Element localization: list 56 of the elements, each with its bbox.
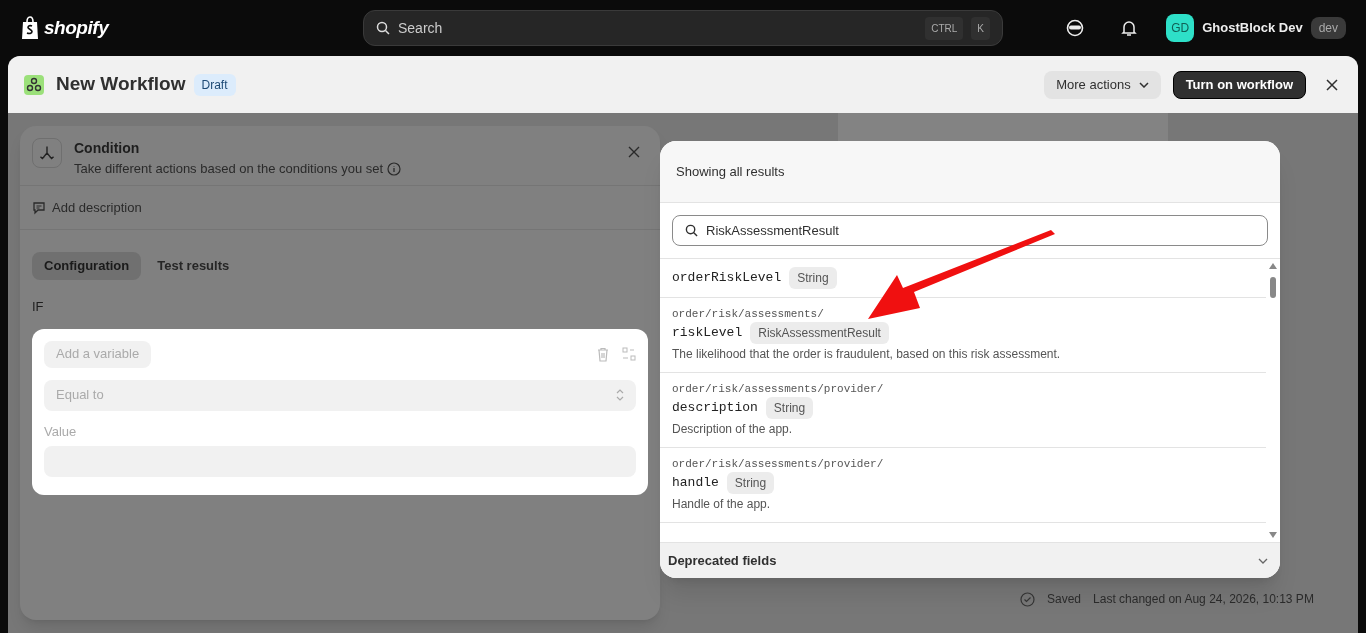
scroll-thumb[interactable] bbox=[1270, 277, 1276, 298]
workflow-icon bbox=[24, 74, 44, 95]
turn-on-workflow-button[interactable]: Turn on workflow bbox=[1172, 70, 1306, 99]
status-badge: Draft bbox=[193, 73, 236, 96]
type-tag: RiskAssessmentResult bbox=[750, 322, 889, 344]
field-path: order/risk/assessments/provider/ bbox=[672, 457, 885, 472]
panel-tab[interactable]: Test results bbox=[145, 252, 242, 280]
workflow-title: New Workflow bbox=[56, 72, 186, 97]
shortcut-key: K bbox=[971, 16, 990, 40]
field-description: The likelihood that the order is fraudulent, based on this risk assessment. bbox=[672, 346, 1062, 363]
search-field[interactable]: Search CTRL K bbox=[363, 10, 1003, 46]
add-description-button[interactable]: Add description bbox=[52, 197, 142, 218]
type-tag: String bbox=[726, 472, 775, 494]
last-changed-text: Last changed on Aug 24, 2026, 10:13 PM bbox=[1093, 591, 1314, 608]
field-name[interactable]: riskLevel bbox=[672, 323, 743, 343]
search-value: RiskAssessmentResult bbox=[706, 221, 839, 240]
field-path: order/risk/assessments/ bbox=[672, 307, 825, 322]
store-badge: dev bbox=[1310, 17, 1346, 39]
info-icon[interactable] bbox=[387, 161, 402, 176]
search-placeholder: Search bbox=[398, 18, 444, 38]
search-field[interactable]: RiskAssessmentResult bbox=[672, 215, 1268, 246]
field-path: order/risk/assessments/provider/ bbox=[672, 382, 885, 397]
trash-icon[interactable] bbox=[596, 346, 610, 362]
field-name[interactable]: orderRiskLevel bbox=[672, 268, 782, 288]
panel-subtitle: Take different actions based on the conditions you set bbox=[74, 160, 384, 178]
deprecated-fields-row[interactable]: Deprecated fields bbox=[660, 542, 1280, 578]
scroll-up-arrow-icon[interactable] bbox=[1269, 263, 1277, 269]
split-arrows-icon bbox=[32, 138, 62, 168]
field-description: Handle of the app. bbox=[672, 496, 772, 513]
shopping-bag-icon bbox=[20, 16, 40, 40]
logo-text: shopify bbox=[44, 15, 109, 40]
field-description: Description of the app. bbox=[672, 421, 794, 438]
search-icon bbox=[376, 21, 390, 35]
notification-bell-icon[interactable] bbox=[1120, 19, 1139, 37]
close-icon[interactable] bbox=[1326, 78, 1338, 91]
type-tag: String bbox=[765, 397, 814, 419]
search-icon bbox=[685, 224, 698, 237]
panel-title: Condition bbox=[74, 139, 141, 158]
more-actions-button[interactable]: More actions bbox=[1044, 70, 1161, 99]
chevron-down-icon bbox=[1138, 81, 1149, 88]
panel-tab[interactable]: Configuration bbox=[32, 252, 142, 280]
saved-status: Saved bbox=[1047, 591, 1082, 608]
value-label: Value bbox=[44, 422, 78, 441]
user-name[interactable]: GhostBlock Dev bbox=[1202, 18, 1303, 38]
field-name[interactable]: description bbox=[672, 398, 758, 418]
speech-bubble-icon bbox=[32, 199, 48, 216]
select-arrows-icon bbox=[616, 389, 624, 401]
shortcut-key: CTRL bbox=[925, 16, 964, 40]
scroll-down-arrow-icon[interactable] bbox=[1269, 532, 1277, 538]
user-avatar[interactable]: GD bbox=[1166, 14, 1195, 42]
field-name[interactable]: handle bbox=[672, 473, 719, 493]
results-heading: Showing all results bbox=[676, 162, 785, 181]
check-circle-icon bbox=[1020, 591, 1035, 607]
if-label: IF bbox=[31, 298, 45, 316]
type-tag: String bbox=[789, 267, 837, 289]
chevron-down-icon bbox=[1258, 557, 1268, 564]
